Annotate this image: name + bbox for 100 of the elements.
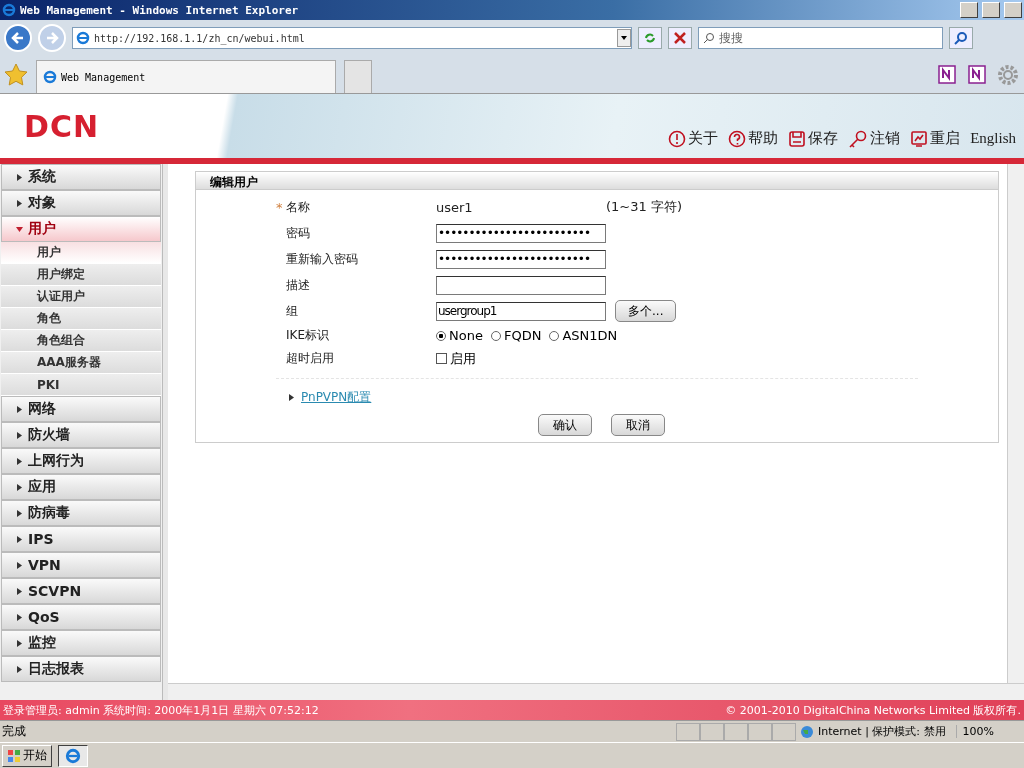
caret-right-icon — [16, 561, 23, 569]
header-link[interactable]: 重启 — [910, 129, 961, 148]
browser-tab[interactable]: Web Management — [36, 60, 336, 93]
taskbar-app-button[interactable] — [58, 744, 88, 767]
dropdown-icon[interactable] — [617, 29, 631, 47]
header-link[interactable]: 注销 — [848, 129, 901, 148]
nav-menu-item[interactable]: 监控 — [1, 630, 161, 656]
status-text: 完成 — [1, 723, 27, 740]
nav-menu-item[interactable]: IPS — [1, 526, 161, 552]
url-text: http://192.168.1.1/zh_cn/webui.html — [94, 32, 306, 44]
zone-text: Internet | 保护模式: 禁用 — [817, 724, 946, 739]
nav-menu-item[interactable]: SCVPN — [1, 578, 161, 604]
vertical-scrollbar[interactable] — [1007, 164, 1024, 683]
nav-menu-item[interactable]: 系统 — [1, 164, 161, 190]
nav-submenu-item[interactable]: 角色 — [1, 308, 161, 330]
search-field[interactable]: 搜搜 — [698, 27, 943, 49]
restore-button[interactable] — [982, 2, 1000, 18]
logo: DCN — [24, 108, 100, 144]
header-link[interactable]: English — [970, 129, 1016, 148]
caret-right-icon — [16, 457, 23, 465]
field-label: 重新输入密码 — [286, 250, 359, 268]
favorites-star-icon[interactable] — [4, 62, 28, 87]
zoom-level[interactable]: 100% — [955, 725, 1024, 738]
nav-menu-item[interactable]: 对象 — [1, 190, 161, 216]
field-label: 名称 — [286, 198, 311, 216]
radio-button[interactable] — [549, 330, 560, 341]
search-icon — [703, 32, 715, 44]
panel-title: 编辑用户 — [196, 172, 998, 190]
checkbox[interactable] — [436, 353, 447, 364]
config-link[interactable]: PnPVPN配置 — [301, 389, 372, 406]
nav-menu-item[interactable]: QoS — [1, 604, 161, 630]
status-panel — [675, 722, 700, 741]
input-field[interactable]: usergroup1 — [436, 301, 606, 321]
status-panel — [699, 722, 724, 741]
search-icon — [954, 31, 968, 45]
caret-right-icon — [16, 509, 23, 517]
nav-menu-item[interactable]: 用户 — [1, 216, 161, 242]
login-info: 登录管理员: admin 系统时间: 2000年1月1日 星期六 07:52:12 — [3, 702, 319, 718]
nav-submenu-item[interactable]: 角色组合 — [1, 330, 161, 352]
nav-menu-item[interactable]: 上网行为 — [1, 448, 161, 474]
status-panel — [747, 722, 772, 741]
back-arrow-icon — [11, 31, 25, 45]
back-button[interactable] — [4, 24, 32, 52]
input-field[interactable] — [436, 275, 606, 295]
address-bar[interactable]: http://192.168.1.1/zh_cn/webui.html — [72, 27, 632, 49]
nav-menu-item[interactable]: 防火墙 — [1, 422, 161, 448]
header-link[interactable]: 保存 — [788, 129, 839, 148]
stop-button[interactable] — [668, 27, 692, 49]
form-button[interactable]: 确认 — [538, 414, 592, 436]
field-label: 组 — [286, 302, 299, 320]
caret-right-icon — [16, 431, 23, 439]
caret-right-icon — [16, 199, 23, 207]
refresh-button[interactable] — [638, 27, 662, 49]
field-label: IKE标识 — [286, 327, 330, 344]
nav-submenu-item[interactable]: 用户 — [1, 242, 161, 264]
nav-submenu-item[interactable]: 用户绑定 — [1, 264, 161, 286]
field-value: user1 — [436, 199, 474, 215]
input-field[interactable]: ••••••••••••••••••••••••• — [436, 223, 606, 243]
radio-button[interactable] — [490, 330, 501, 341]
radio-label: None — [449, 328, 483, 343]
nav-menu-item[interactable]: 日志报表 — [1, 656, 161, 682]
header-link[interactable]: 帮助 — [728, 129, 779, 148]
radio-button[interactable] — [436, 330, 446, 341]
monitor-icon — [910, 129, 929, 148]
browser-icon — [65, 747, 81, 764]
form-button[interactable]: 取消 — [611, 414, 665, 436]
note-icon[interactable] — [936, 63, 958, 86]
browser-icon — [76, 31, 90, 45]
nav-menu-item[interactable]: 网络 — [1, 396, 161, 422]
field-label: 超时启用 — [286, 350, 335, 367]
note-icon[interactable] — [966, 63, 988, 86]
window-title: Web Management - Windows Internet Explorer — [20, 3, 300, 17]
caret-right-icon — [16, 665, 23, 673]
more-button[interactable]: 多个... — [615, 300, 677, 322]
nav-submenu-item[interactable]: 认证用户 — [1, 286, 161, 308]
input-field[interactable]: ••••••••••••••••••••••••• — [436, 249, 606, 269]
save-icon — [788, 129, 807, 148]
minimize-button[interactable] — [960, 2, 978, 18]
nav-menu-item[interactable]: 防病毒 — [1, 500, 161, 526]
nav-menu-item[interactable]: 应用 — [1, 474, 161, 500]
field-hint: (1~31 字符) — [606, 198, 683, 216]
caret-right-icon — [16, 587, 23, 595]
windows-flag-icon — [7, 748, 21, 763]
caret-right-icon — [16, 483, 23, 491]
caret-right-icon — [16, 173, 23, 181]
field-label: 描述 — [286, 276, 311, 294]
search-button[interactable] — [949, 27, 973, 49]
horizontal-scrollbar[interactable] — [168, 683, 1024, 700]
forward-arrow-icon — [45, 31, 59, 45]
caret-right-icon — [16, 405, 23, 413]
nav-submenu-item[interactable]: AAA服务器 — [1, 352, 161, 374]
nav-submenu-item[interactable]: PKI — [1, 374, 161, 396]
header-link[interactable]: 关于 — [668, 129, 719, 148]
info-icon — [668, 129, 687, 148]
close-button[interactable] — [1004, 2, 1022, 18]
caret-right-icon — [16, 639, 23, 647]
start-button[interactable]: 开始 — [2, 744, 52, 767]
nav-menu-item[interactable]: VPN — [1, 552, 161, 578]
key-icon — [848, 129, 869, 148]
caret-right-icon — [16, 535, 23, 543]
